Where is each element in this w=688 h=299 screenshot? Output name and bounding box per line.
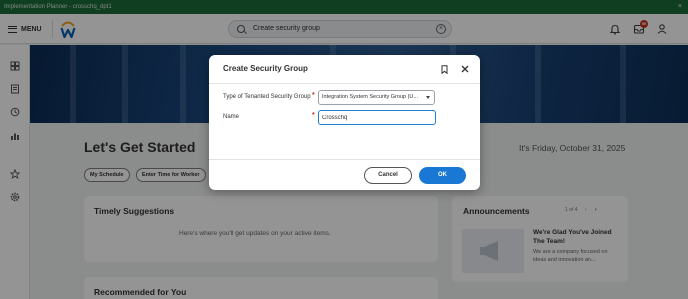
type-select[interactable]: Integration System Security Group (U... xyxy=(318,90,435,105)
required-marker: * xyxy=(312,92,315,99)
chevron-down-icon xyxy=(426,96,430,99)
create-security-group-dialog: Create Security Group Type of Tenanted S… xyxy=(209,55,480,190)
name-input[interactable] xyxy=(318,110,436,125)
cancel-button[interactable]: Cancel xyxy=(364,167,412,184)
bookmark-icon[interactable] xyxy=(441,65,448,74)
close-icon[interactable] xyxy=(460,64,470,74)
required-marker: * xyxy=(312,112,315,119)
divider xyxy=(209,83,480,84)
type-select-value: Integration System Security Group (U... xyxy=(322,94,418,100)
ok-button[interactable]: OK xyxy=(419,167,466,184)
name-field-label: Name xyxy=(223,114,240,120)
dialog-title: Create Security Group xyxy=(223,64,308,73)
divider xyxy=(209,159,480,160)
type-field-label: Type of Tenanted Security Group xyxy=(223,94,311,100)
